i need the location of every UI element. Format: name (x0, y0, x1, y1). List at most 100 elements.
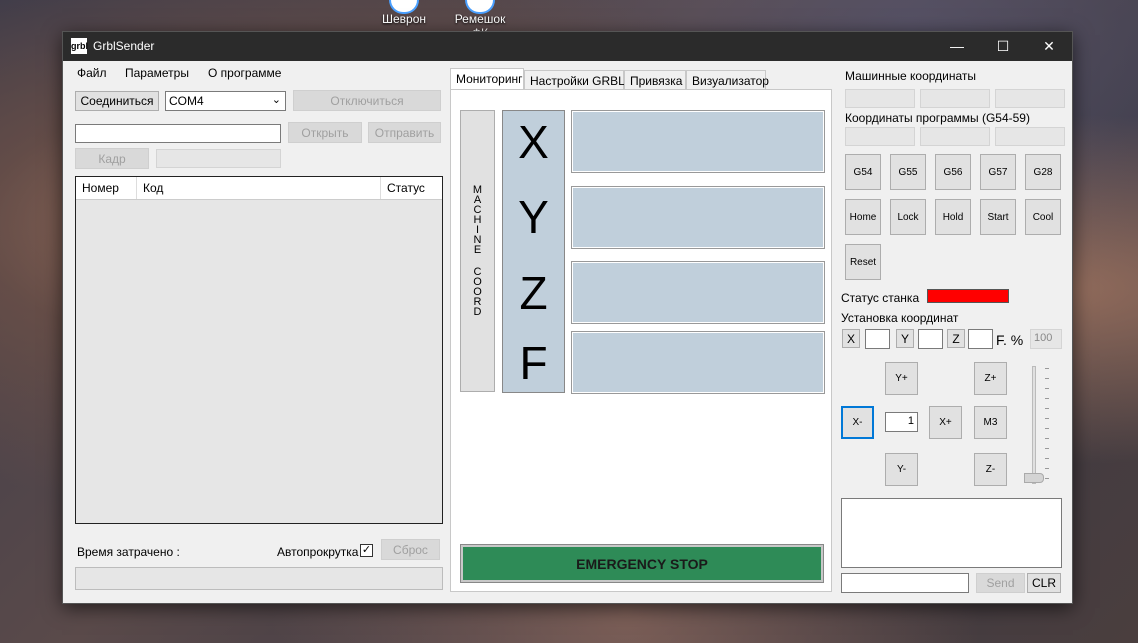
g56-button[interactable]: G56 (935, 154, 971, 190)
machine-coord-y (920, 89, 990, 108)
tab-grbl-settings[interactable]: Настройки GRBL (524, 70, 625, 90)
desktop-icon-chevron[interactable]: Шеврон (369, 0, 439, 26)
machine-coord-letter: D (473, 306, 482, 318)
axis-x-display (571, 110, 825, 173)
slider-tick (1045, 368, 1049, 369)
machine-coord-button[interactable]: MACHINE COORD (460, 110, 495, 392)
set-x-button[interactable]: X (842, 329, 860, 348)
g55-button[interactable]: G55 (890, 154, 926, 190)
minimize-button[interactable]: — (934, 32, 980, 61)
jog-y-minus-button[interactable]: Y- (885, 453, 918, 486)
checkmark-icon: ✓ (361, 544, 372, 556)
disconnect-button[interactable]: Отключиться (293, 90, 441, 111)
slider-tick (1045, 438, 1049, 439)
desktop-icon-label: Шеврон (381, 12, 427, 26)
axis-labels: X Y Z F (502, 110, 565, 393)
maximize-button[interactable]: ☐ (980, 32, 1026, 61)
window-title: GrblSender (93, 39, 155, 53)
jog-step-input[interactable]: 1 (885, 412, 918, 432)
slider-tick (1045, 478, 1049, 479)
feed-percent-label: F. % (996, 332, 1024, 348)
home-button[interactable]: Home (845, 199, 881, 235)
table-header: Номер Код Статус (76, 177, 442, 200)
set-z-button[interactable]: Z (947, 329, 965, 348)
slider-tick (1045, 388, 1049, 389)
gcode-table[interactable]: Номер Код Статус (75, 176, 443, 524)
machine-status-indicator (927, 289, 1009, 303)
axis-y-label: Y (518, 191, 549, 243)
tab-visualizer[interactable]: Визуализатор (686, 70, 769, 90)
set-y-button[interactable]: Y (896, 329, 914, 348)
emergency-stop-button[interactable]: EMERGENCY STOP (460, 544, 824, 583)
reset-time-button[interactable]: Сброс (381, 539, 440, 560)
tab-binding[interactable]: Привязка (624, 70, 686, 90)
send-command-button[interactable]: Send (976, 573, 1025, 593)
jog-x-plus-button[interactable]: X+ (929, 406, 962, 439)
program-coord-x (845, 127, 915, 146)
autoscroll-label: Автопрокрутка (277, 545, 359, 559)
g57-button[interactable]: G57 (980, 154, 1016, 190)
set-y-input[interactable] (918, 329, 943, 349)
hold-button[interactable]: Hold (935, 199, 971, 235)
frame-input[interactable] (156, 149, 281, 168)
app-window: grbl GrblSender — ☐ ✕ Файл Параметры О п… (62, 31, 1073, 604)
close-button[interactable]: ✕ (1026, 32, 1072, 61)
set-x-input[interactable] (865, 329, 890, 349)
axis-x-label: X (518, 116, 549, 168)
menu-about[interactable]: О программе (208, 66, 281, 80)
axis-y-display (571, 186, 825, 249)
console-output[interactable] (841, 498, 1062, 568)
jog-y-plus-button[interactable]: Y+ (885, 362, 918, 395)
menu-file[interactable]: Файл (77, 66, 107, 80)
lock-button[interactable]: Lock (890, 199, 926, 235)
port-select[interactable]: COM4 ⌄ (165, 91, 286, 111)
program-coords-label: Координаты программы (G54-59) (845, 111, 1030, 125)
app-icon: grbl (71, 38, 88, 54)
cool-button[interactable]: Cool (1025, 199, 1061, 235)
feed-slider-track[interactable] (1032, 366, 1036, 484)
axis-z-display (571, 261, 825, 324)
column-number[interactable]: Номер (76, 177, 137, 199)
port-value: COM4 (169, 94, 204, 108)
feed-slider-thumb[interactable] (1024, 473, 1044, 483)
feed-percent-input[interactable]: 100 (1030, 329, 1062, 349)
jog-z-plus-button[interactable]: Z+ (974, 362, 1007, 395)
slider-tick (1045, 398, 1049, 399)
column-status[interactable]: Статус (381, 177, 442, 199)
tab-monitoring[interactable]: Мониторинг (450, 68, 524, 90)
machine-coord-x (845, 89, 915, 108)
title-bar[interactable]: grbl GrblSender — ☐ ✕ (63, 32, 1072, 61)
spindle-m3-button[interactable]: M3 (974, 406, 1007, 439)
slider-tick (1045, 418, 1049, 419)
axis-f-display (571, 331, 825, 394)
axis-z-label: Z (519, 267, 548, 319)
g28-button[interactable]: G28 (1025, 154, 1061, 190)
start-button[interactable]: Start (980, 199, 1016, 235)
slider-tick (1045, 408, 1049, 409)
clear-button[interactable]: CLR (1027, 573, 1061, 593)
open-button[interactable]: Открыть (288, 122, 362, 143)
g54-button[interactable]: G54 (845, 154, 881, 190)
machine-coords-label: Машинные координаты (845, 69, 977, 83)
program-coord-z (995, 127, 1065, 146)
set-coords-label: Установка координат (841, 311, 959, 325)
connect-button[interactable]: Соединиться (75, 91, 159, 111)
machine-coord-z (995, 89, 1065, 108)
command-input[interactable] (841, 573, 969, 593)
file-path-input[interactable] (75, 124, 281, 143)
program-coord-y (920, 127, 990, 146)
jog-z-minus-button[interactable]: Z- (974, 453, 1007, 486)
axis-f-label: F (519, 337, 548, 389)
menu-settings[interactable]: Параметры (125, 66, 189, 80)
slider-tick (1045, 468, 1049, 469)
send-file-button[interactable]: Отправить (368, 122, 441, 143)
autoscroll-checkbox[interactable]: ✓ (360, 544, 373, 557)
set-z-input[interactable] (968, 329, 993, 349)
column-code[interactable]: Код (137, 177, 381, 199)
frame-button[interactable]: Кадр (75, 148, 149, 169)
jog-x-minus-button[interactable]: X- (841, 406, 874, 439)
reset-button[interactable]: Reset (845, 244, 881, 280)
time-label: Время затрачено : (77, 545, 180, 559)
slider-tick (1045, 458, 1049, 459)
monitoring-panel: MACHINE COORD X Y Z F EMERGENCY STOP (450, 89, 832, 592)
